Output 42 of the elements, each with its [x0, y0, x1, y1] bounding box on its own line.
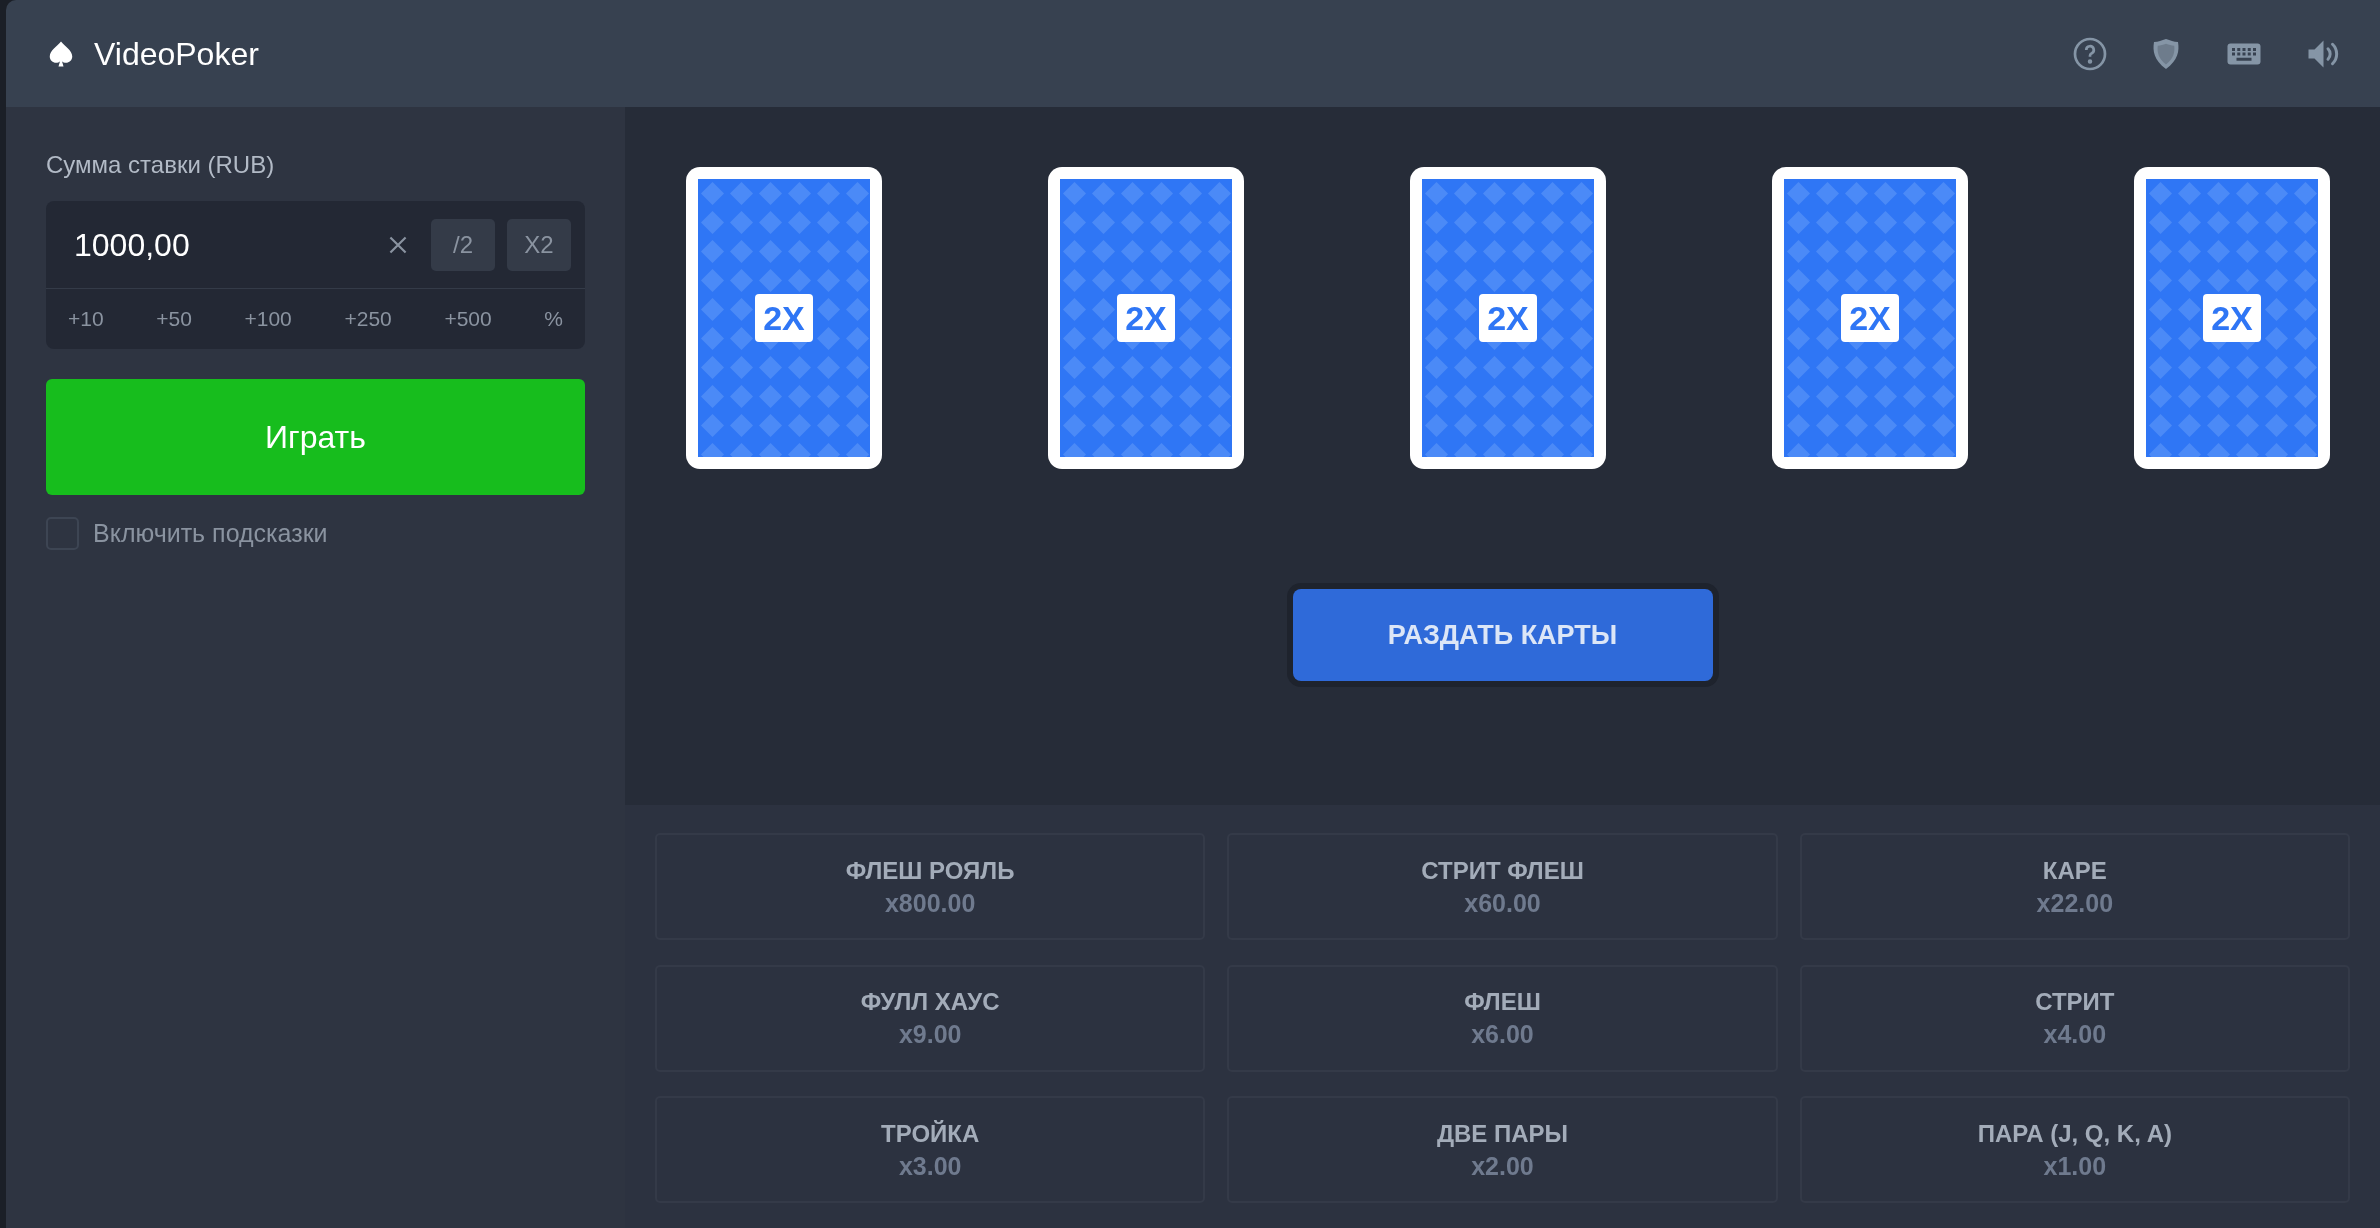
card-back[interactable]: 2X: [2134, 167, 2330, 469]
app-title: VideoPoker: [94, 34, 259, 74]
hand-name: СТРИТ ФЛЕШ: [1421, 855, 1584, 886]
halve-button[interactable]: /2: [431, 218, 495, 271]
quick-amount-button[interactable]: +10: [68, 303, 104, 335]
card-back[interactable]: 2X: [1772, 167, 1968, 469]
card-badge: 2X: [1117, 294, 1175, 342]
payout-multiplier: x1.00: [2043, 1150, 2107, 1182]
payout-multiplier: x6.00: [1471, 1019, 1534, 1051]
hand-name: ПАРА (J, Q, K, A): [1977, 1118, 2172, 1149]
hand-name: ФУЛЛ ХАУС: [860, 987, 1000, 1018]
quick-amount-button[interactable]: +50: [156, 303, 192, 335]
card-badge: 2X: [1841, 294, 1899, 342]
hand-name: ФЛЕШ: [1464, 987, 1541, 1018]
card-back[interactable]: 2X: [686, 167, 882, 469]
payout-multiplier: x22.00: [2036, 887, 2114, 919]
quick-amount-button[interactable]: +100: [244, 303, 292, 335]
play-button[interactable]: Играть: [46, 379, 585, 495]
bet-amount-field[interactable]: 1000,00: [74, 220, 385, 269]
hand-name: ТРОЙКА: [881, 1118, 980, 1149]
hand-name: ФЛЕШ РОЯЛЬ: [845, 855, 1015, 886]
payout-multiplier: x9.00: [898, 1019, 962, 1051]
payout-multiplier: x4.00: [2043, 1019, 2107, 1051]
card-back[interactable]: 2X: [1048, 167, 1244, 469]
payout-multiplier: x60.00: [1464, 887, 1541, 919]
card-badge: 2X: [2203, 294, 2261, 342]
hand-name: ДВЕ ПАРЫ: [1436, 1118, 1569, 1149]
hand-name: КАРЕ: [2042, 855, 2107, 886]
double-button[interactable]: X2: [507, 218, 571, 271]
card-back[interactable]: 2X: [1410, 167, 1606, 469]
quick-amount-button[interactable]: %: [544, 303, 563, 335]
card-badge: 2X: [1479, 294, 1537, 342]
quick-amount-button[interactable]: +500: [444, 303, 492, 335]
help-icon[interactable]: [2072, 35, 2108, 72]
payout-multiplier: x2.00: [1471, 1150, 1534, 1182]
quick-amount-button[interactable]: +250: [344, 303, 392, 335]
payout-multiplier: x3.00: [898, 1150, 962, 1182]
bet-label: Сумма ставки (RUB): [46, 150, 276, 180]
card-badge: 2X: [755, 294, 813, 342]
hand-name: СТРИТ: [2035, 987, 2115, 1018]
hints-label: Включить подсказки: [93, 518, 328, 549]
payout-multiplier: x800.00: [884, 887, 976, 919]
